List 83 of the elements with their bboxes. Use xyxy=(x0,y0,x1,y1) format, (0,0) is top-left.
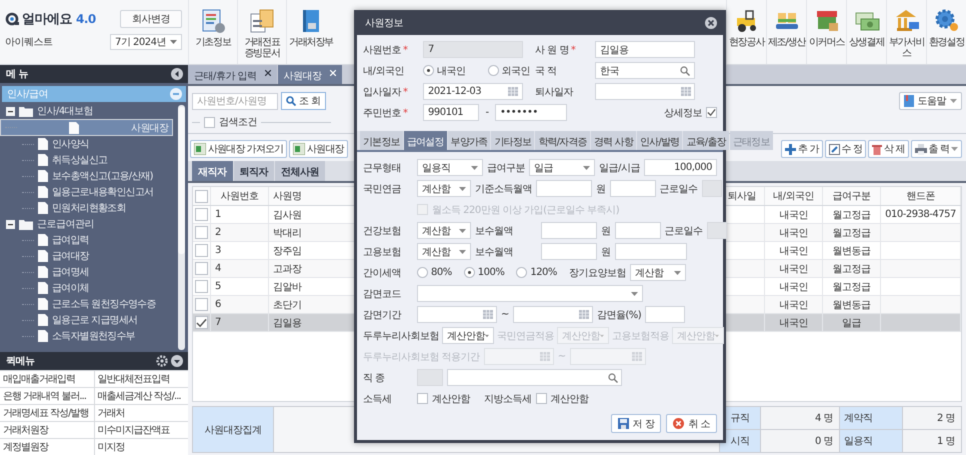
field-label: 장기요양보험 xyxy=(568,266,626,280)
checkbox-label: 계산안함 xyxy=(432,392,472,406)
field-label: 국민연금적용 xyxy=(497,330,554,342)
required-mark: * xyxy=(570,44,576,56)
version-label: 4.0 xyxy=(76,12,96,26)
required-mark: * xyxy=(403,44,408,56)
field-label: 급여구분 xyxy=(487,162,525,174)
table-cell: 내국인 xyxy=(765,278,823,295)
radio-label: 내국인 xyxy=(437,64,466,78)
table-cell: 월변동급 xyxy=(823,242,881,259)
table-cell: 010-2938-4757 xyxy=(885,209,956,220)
table-cell: 4 xyxy=(211,260,269,277)
table-cell: 7 xyxy=(211,314,269,331)
summary-value: 4 명 xyxy=(761,407,839,429)
field-label: 간이세액 xyxy=(363,266,402,280)
required-mark: * xyxy=(403,86,408,98)
company-name: 아이퀘스트 xyxy=(5,36,54,49)
table-cell: 월변동급 xyxy=(823,296,881,313)
radio-label: 80% xyxy=(431,267,452,278)
summary-value: 2 명 xyxy=(903,407,961,429)
field-label: 사원번호 * xyxy=(363,44,409,56)
field-label: 퇴사일자 xyxy=(535,86,574,98)
field-label: 지방소득세 xyxy=(484,392,532,406)
field-label: 두루누리사회보험 적용기간 xyxy=(363,350,480,364)
separator-text: - xyxy=(484,107,490,118)
logo-text: 얼마에요 xyxy=(22,11,72,28)
summary-label: 시직 xyxy=(720,430,760,452)
unit-label: 원 xyxy=(601,224,610,238)
table-cell: 내국인 xyxy=(765,224,823,241)
table-cell: 1 xyxy=(211,206,269,223)
table-cell: 월고정급 xyxy=(823,224,881,241)
table-cell: 월고정급 xyxy=(823,206,881,223)
tab: 근태정보 xyxy=(730,131,773,150)
checkbox-label: 월소득 220만원 이상 가입(근로일수 부족시) xyxy=(432,204,620,216)
field-label: 상세정보 xyxy=(664,106,702,120)
field-label: 소득세 xyxy=(363,392,392,406)
radio-label: 120% xyxy=(530,267,557,278)
summary-label: 계약직 xyxy=(840,407,902,429)
field-label: 보수월액 xyxy=(475,246,514,258)
summary-label: 일용직 xyxy=(840,430,902,452)
table-cell: 내국인 xyxy=(765,296,823,313)
table-cell: 5 xyxy=(211,278,269,295)
field-label: 고용보험적용 xyxy=(612,330,669,342)
field-label: 사 원 명 * xyxy=(535,44,576,56)
table-cell: 내국인 xyxy=(765,260,823,277)
summary-value: 1 명 xyxy=(903,430,961,452)
table-cell: 월고정급 xyxy=(823,260,881,277)
field-label: 고용보험 xyxy=(363,246,402,258)
radio-label: 외국인 xyxy=(502,64,530,78)
table-cell: 내국인 xyxy=(765,242,823,259)
column-header: 급여구분 xyxy=(823,187,881,205)
table-cell: 2 xyxy=(211,224,269,241)
summary-value: 0 명 xyxy=(761,430,839,452)
field-label: 근무형태 xyxy=(363,162,402,174)
checkbox-label: 계산안함 xyxy=(550,392,588,406)
unit-label: 원 xyxy=(601,246,610,258)
range-separator: ~ xyxy=(558,351,566,362)
table-cell: 내국인 xyxy=(765,206,823,223)
table-cell: 일급 xyxy=(823,314,881,331)
field-label: 국 적 xyxy=(535,64,558,78)
table-cell: 6 xyxy=(211,296,269,313)
field-label: 근로일수 xyxy=(664,224,702,238)
field-label: 직 종 xyxy=(363,372,386,384)
field-label: 건강보험 xyxy=(363,224,402,238)
column-header: 핸드폰 xyxy=(881,187,961,205)
dialog-title: 사원정보 xyxy=(365,16,403,30)
field-label: 주민번호 * xyxy=(363,106,409,120)
summary-title: 사원대장집계 xyxy=(193,407,273,452)
radio-label: 100% xyxy=(478,267,504,278)
column-header: 사원번호 xyxy=(211,187,269,205)
required-mark: * xyxy=(403,108,408,118)
field-label: 내/외국인 xyxy=(363,64,405,78)
table-cell: 3 xyxy=(211,242,269,259)
field-label: 두루누리사회보험 xyxy=(363,330,439,342)
field-label: 보수월액 xyxy=(475,224,514,238)
menu-title: 메 뉴 xyxy=(6,68,28,81)
quick-menu-title: 퀵메뉴 xyxy=(6,355,34,368)
field-label: 일급/시급 xyxy=(599,162,640,174)
column-header: 내/외국인 xyxy=(765,187,823,205)
field-label: 입사일자 * xyxy=(363,86,409,98)
table-cell: 월고정급 xyxy=(823,278,881,295)
search-condition-label: 검색조건 xyxy=(219,116,257,129)
table-cell: 내국인 xyxy=(765,314,823,331)
